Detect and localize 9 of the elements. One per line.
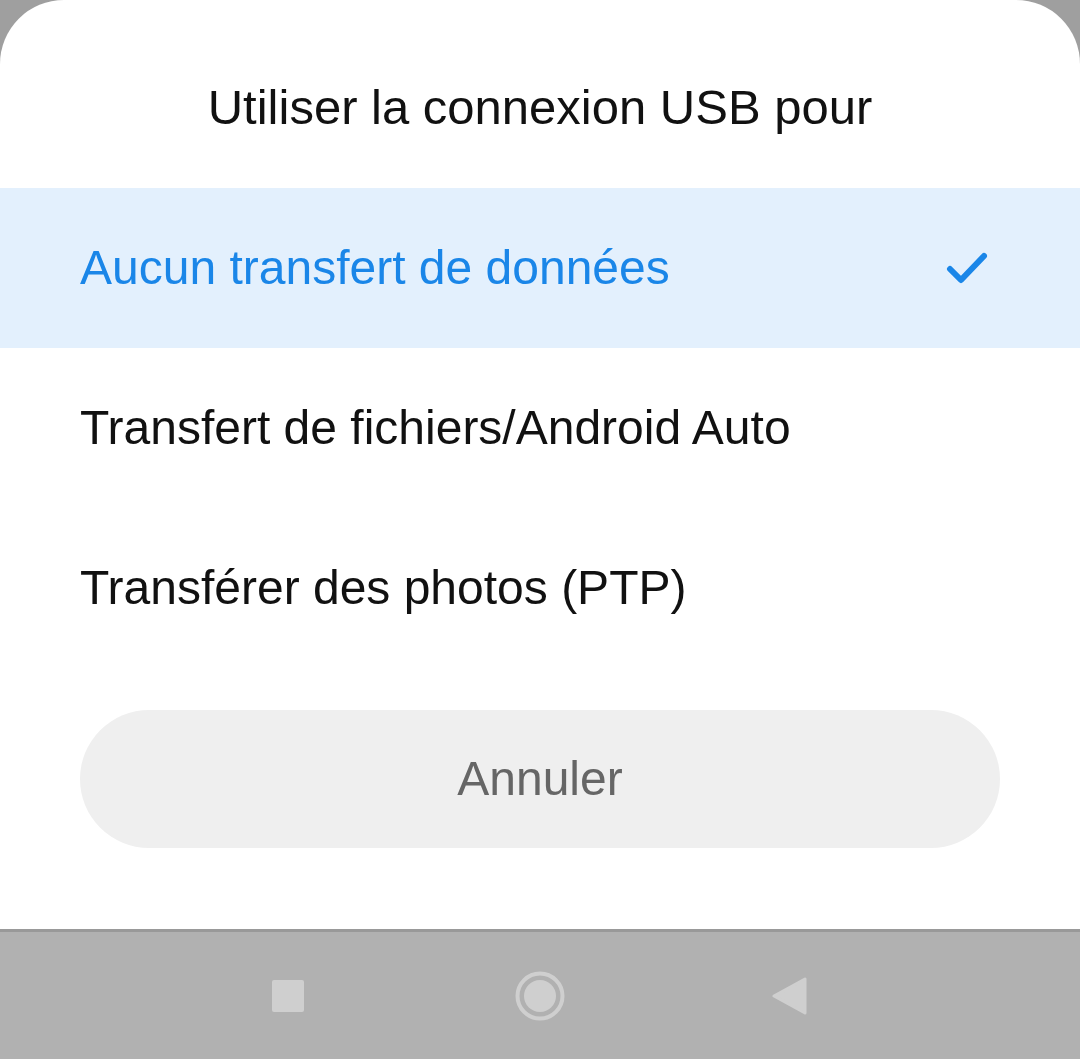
cancel-button[interactable]: Annuler (80, 710, 1000, 848)
triangle-icon[interactable] (771, 976, 807, 1015)
dialog-title: Utiliser la connexion USB pour (207, 79, 873, 136)
circle-icon[interactable] (515, 970, 565, 1021)
option-label: Aucun transfert de données (80, 240, 670, 296)
square-icon[interactable] (272, 979, 304, 1012)
option-label: Transférer des photos (PTP) (80, 560, 687, 616)
option-label: Transfert de fichiers/Android Auto (80, 400, 791, 456)
check-icon (946, 252, 988, 284)
